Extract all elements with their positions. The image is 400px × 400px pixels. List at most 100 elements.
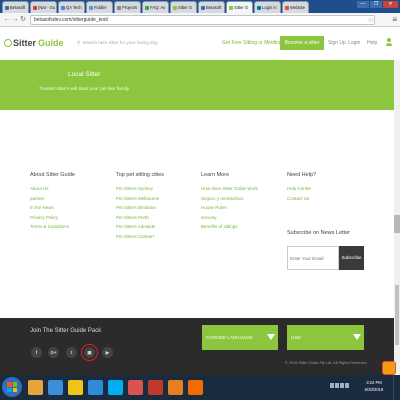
subscribe-button[interactable]: Subscribe xyxy=(339,246,364,270)
address-bar-row: ← → ↻ betasofsdev.com/sitterguide_test/ … xyxy=(0,13,400,27)
windows-logo-icon xyxy=(7,382,17,392)
footer-link[interactable]: security xyxy=(201,213,258,223)
tab-favicon-icon xyxy=(61,5,65,10)
hero-banner: Local Sitter Trusted sitters will treat … xyxy=(0,60,400,110)
browser-tab[interactable]: Betasoft xyxy=(2,1,29,13)
footer-links-section: About Sitter Guide About Us partner In t… xyxy=(0,110,400,318)
tab-label: Betasoft xyxy=(10,5,26,10)
footer-link[interactable]: partner xyxy=(30,194,75,204)
browser-tab[interactable]: Sitter G xyxy=(170,1,197,13)
browser-tab[interactable]: (Nat - Gu xyxy=(30,1,57,13)
taskbar-app-icon[interactable] xyxy=(108,380,123,395)
tab-favicon-icon xyxy=(173,5,177,10)
taskbar-app-icon[interactable] xyxy=(168,380,183,395)
browser-tab[interactable]: QA Tech xyxy=(58,1,85,13)
browser-tab[interactable]: Projects xyxy=(114,1,141,13)
login-link[interactable]: Login xyxy=(348,40,360,46)
footer-link[interactable]: Privacy Policy xyxy=(30,213,75,223)
footer-link[interactable]: Pet Sitters Melbourne xyxy=(116,194,164,204)
help-link[interactable]: Help xyxy=(367,40,377,46)
footer-link[interactable]: Pet Sitters Brisbane xyxy=(116,203,164,213)
footer-link[interactable]: Pet Sitters Perth xyxy=(116,213,164,223)
footer-link[interactable]: Terms & Conditions xyxy=(30,222,75,232)
footer-link[interactable]: Benefits of sittings xyxy=(201,222,258,232)
tab-favicon-icon xyxy=(201,5,205,10)
site-header: Sitter Guide ⚲ Search here sitter for you… xyxy=(0,27,400,60)
scrollbar-thumb[interactable] xyxy=(395,285,399,345)
youtube-icon[interactable]: ▶ xyxy=(102,347,113,358)
browser-menu-icon[interactable]: ≡ xyxy=(392,15,397,24)
browser-tab[interactable]: Betasoft xyxy=(198,1,225,13)
footer-link[interactable]: About Us xyxy=(30,184,75,194)
google-plus-icon[interactable]: G+ xyxy=(48,347,59,358)
back-arrow-icon[interactable]: ← xyxy=(3,16,11,24)
get-free-sitting-link[interactable]: Get Free Sitting or Minding xyxy=(222,40,282,46)
become-sitter-button[interactable]: Become a sitter xyxy=(280,36,324,50)
footer-column-title: About Sitter Guide xyxy=(30,172,75,178)
search-input[interactable]: ⚲ Search here sitter for your loving dog xyxy=(77,39,207,47)
footer-link[interactable]: Pet Sitters Canberr xyxy=(116,232,164,242)
show-desktop-button[interactable] xyxy=(393,375,400,400)
taskbar-app-icon[interactable] xyxy=(28,380,43,395)
tab-favicon-icon xyxy=(5,5,9,10)
user-icon[interactable] xyxy=(386,38,392,46)
taskbar-app-icon[interactable] xyxy=(48,380,63,395)
facebook-icon[interactable]: f xyxy=(31,347,42,358)
footer-link[interactable]: In the News xyxy=(30,203,75,213)
dark-footer: Join The Sitter Guide Pack f G+ t ▣ ▶ CH… xyxy=(0,318,400,375)
sitter-guide-logo[interactable]: Sitter Guide xyxy=(4,38,64,48)
taskbar-app-icon[interactable] xyxy=(148,380,163,395)
newsletter-title: Subscribe on News Letter xyxy=(287,230,350,236)
search-icon: ⚲ xyxy=(77,40,81,45)
footer-link[interactable]: Seguro y reembolsos xyxy=(201,194,258,204)
browser-tab-strip: — ❐ ✕ Betasoft (Nat - Gu QA Tech Fiddler Pro… xyxy=(0,0,400,13)
instagram-icon[interactable]: ▣ xyxy=(81,344,98,361)
currency-select-value: USD xyxy=(291,335,301,340)
footer-link[interactable]: Pet Sitters Adelaide xyxy=(116,222,164,232)
footer-column-learn: Learn More How does Sitter Guide Work Se… xyxy=(201,172,258,232)
taskbar-app-icon[interactable] xyxy=(68,380,83,395)
footer-link[interactable]: Help Center xyxy=(287,184,316,194)
language-select[interactable]: CHOOSE LANGUAGE xyxy=(202,325,278,350)
footer-link[interactable]: Contact Us xyxy=(287,194,316,204)
tab-favicon-icon xyxy=(117,5,121,10)
logo-mark-icon xyxy=(4,39,12,47)
footer-column-cities: Top pet sitting cities Pet Sitters Sydne… xyxy=(116,172,164,241)
footer-link[interactable]: Pet Sitters Sydney xyxy=(116,184,164,194)
browser-tab[interactable]: Website xyxy=(282,1,309,13)
forward-arrow-icon[interactable]: → xyxy=(11,16,19,24)
footer-column-title: Top pet sitting cities xyxy=(116,172,164,178)
taskbar-clock[interactable]: 3:24 PM 5/30/2016 xyxy=(360,379,388,393)
hero-title: Local Sitter xyxy=(68,71,101,78)
tab-favicon-icon xyxy=(257,5,261,10)
taskbar-app-icon[interactable] xyxy=(128,380,143,395)
reload-icon[interactable]: ↻ xyxy=(19,16,27,24)
hero-subtitle: Trusted sitters will treat your pet like… xyxy=(39,87,130,92)
browser-tab[interactable]: Sitter G xyxy=(226,1,253,13)
minimize-button[interactable]: — xyxy=(357,1,369,8)
footer-link[interactable]: How does Sitter Guide Work xyxy=(201,184,258,194)
tab-label: FAQ: Av xyxy=(150,5,166,10)
browser-tab[interactable]: Fiddler xyxy=(86,1,113,13)
maximize-button[interactable]: ❐ xyxy=(370,1,382,8)
taskbar-app-icon[interactable] xyxy=(88,380,103,395)
system-tray[interactable] xyxy=(330,383,355,391)
footer-link[interactable]: House Rules xyxy=(201,203,258,213)
tab-label: Betasoft xyxy=(206,5,222,10)
taskbar-app-icon[interactable] xyxy=(188,380,203,395)
browser-tab[interactable]: FAQ: Av xyxy=(142,1,169,13)
currency-select[interactable]: USD xyxy=(287,325,364,350)
close-button[interactable]: ✕ xyxy=(383,1,398,8)
start-button[interactable] xyxy=(2,377,22,397)
sign-up-link[interactable]: Sign Up xyxy=(328,40,346,46)
feedback-tab[interactable] xyxy=(394,215,400,233)
tab-label: QA Tech xyxy=(66,5,82,10)
twitter-icon[interactable]: t xyxy=(66,347,77,358)
url-input[interactable]: betasofsdev.com/sitterguide_test/ xyxy=(30,15,375,25)
antivirus-notification-icon[interactable] xyxy=(382,361,396,375)
bookmark-star-icon[interactable]: ☆ xyxy=(368,16,374,24)
browser-tab[interactable]: Login in xyxy=(254,1,281,13)
newsletter-email-input[interactable] xyxy=(287,246,339,270)
copyright-text: © 2015 Sitter Guide Pty Ltd. All Rights … xyxy=(285,361,367,365)
logo-text-guide: Guide xyxy=(38,38,64,48)
